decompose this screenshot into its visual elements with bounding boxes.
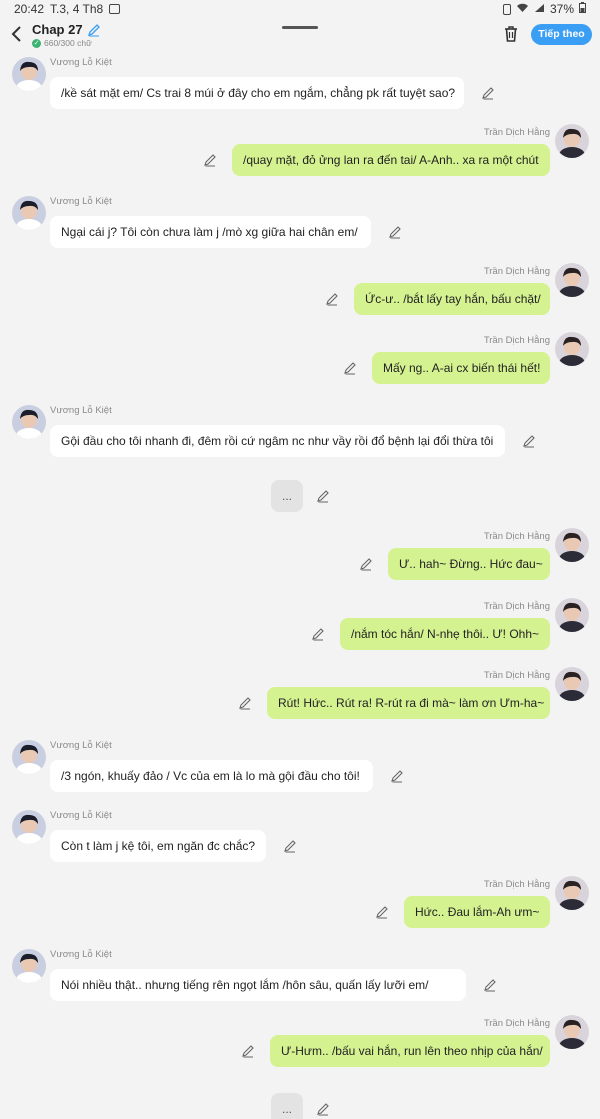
battery-level: 37% (549, 2, 574, 16)
avatar[interactable] (555, 667, 589, 701)
message-item[interactable]: Trần Dịch Hằng Rút! Hức.. Rút ra! R-rút r… (0, 667, 600, 727)
avatar[interactable] (555, 332, 589, 366)
edit-message-icon[interactable] (311, 627, 325, 641)
trash-icon (505, 26, 517, 42)
message-item[interactable]: Trần Dịch Hằng Ư.. hah~ Đừng.. Hức đau~ (0, 528, 600, 588)
message-item[interactable]: Vương Lỗ Kiệt Ngại cái j? Tôi còn chưa là… (0, 193, 600, 253)
word-count: 660/300 chữ (44, 38, 92, 48)
sender-name: Vương Lỗ Kiệt (50, 196, 112, 207)
message-bubble[interactable]: Ức-ư.. /bắt lấy tay hắn, bấu chặt/ (354, 283, 550, 315)
sender-name: Vương Lỗ Kiệt (50, 57, 112, 68)
message-bubble[interactable]: Hức.. Đau lắm-Ah ưm~ (404, 896, 550, 928)
edit-message-icon[interactable] (522, 434, 536, 448)
avatar[interactable] (12, 57, 46, 91)
edit-message-icon[interactable] (390, 769, 404, 783)
sender-name: Trần Dịch Hằng (483, 127, 550, 138)
avatar[interactable] (555, 528, 589, 562)
edit-message-icon[interactable] (238, 696, 252, 710)
battery-icon (579, 2, 586, 16)
typing-bubble[interactable]: ... (271, 480, 303, 512)
message-bubble[interactable]: Nói nhiều thật.. nhưng tiếng rên ngọt lắ… (50, 969, 466, 1001)
avatar[interactable] (555, 124, 589, 158)
drag-handle[interactable] (282, 26, 318, 29)
message-bubble[interactable]: /3 ngón, khuấy đảo / Vc của em là lo mà … (50, 760, 373, 792)
message-item[interactable]: Vương Lỗ Kiệt Còn t làm j kệ tôi, em ngăn… (0, 807, 600, 867)
avatar[interactable] (12, 405, 46, 439)
message-bubble[interactable]: Ư.. hah~ Đừng.. Hức đau~ (388, 548, 550, 580)
edit-message-icon[interactable] (388, 225, 402, 239)
sender-name: Trần Dịch Hằng (483, 335, 550, 346)
avatar[interactable] (12, 810, 46, 844)
next-button[interactable]: Tiếp theo (531, 24, 592, 45)
edit-message-icon[interactable] (483, 978, 497, 992)
edit-message-icon[interactable] (359, 557, 373, 571)
edit-message-icon[interactable] (203, 153, 217, 167)
typing-bubble[interactable]: ... (271, 1093, 303, 1119)
message-bubble[interactable]: Ư-Hưm.. /bấu vai hắn, run lên theo nhịp … (270, 1035, 550, 1067)
avatar[interactable] (555, 1015, 589, 1049)
message-item[interactable]: Trần Dịch Hằng/nắm tóc hắn/ N-nhẹ thôi..… (0, 598, 600, 658)
message-item[interactable]: Vương Lỗ Kiệt/kề sát mặt em/ Cs trai 8 m… (0, 54, 600, 114)
check-icon: ✓ (32, 38, 41, 48)
edit-message-icon[interactable] (316, 1102, 330, 1116)
sender-name: Vương Lỗ Kiệt (50, 810, 112, 821)
message-item[interactable]: Trần Dịch Hằng/quay mặt, đỏ ửng lan ra đ… (0, 124, 600, 184)
edit-title-icon[interactable] (87, 23, 101, 37)
edit-message-icon[interactable] (316, 489, 330, 503)
signal-icon (534, 2, 545, 16)
avatar[interactable] (555, 263, 589, 297)
message-item[interactable]: Trần Dịch Hằng Ư-Hưm.. /bấu vai hắn, run … (0, 1015, 600, 1075)
back-button[interactable] (8, 24, 26, 44)
message-bubble[interactable]: /nắm tóc hắn/ N-nhẹ thôi.. Ư! Ohh~ (340, 618, 550, 650)
message-item[interactable]: Vương Lỗ Kiệt/3 ngón, khuấy đảo / Vc của… (0, 737, 600, 797)
message-bubble[interactable]: Mấy ng.. A-ai cx biến thái hết! (372, 352, 550, 384)
sender-name: Trần Dịch Hằng (483, 879, 550, 890)
message-item[interactable]: Vương Lỗ Kiệt Gội đầu cho tôi nhanh đi, đ… (0, 402, 600, 462)
sender-name: Vương Lỗ Kiệt (50, 740, 112, 751)
avatar[interactable] (12, 740, 46, 774)
avatar[interactable] (555, 876, 589, 910)
edit-message-icon[interactable] (241, 1044, 255, 1058)
message-bubble[interactable]: Ngại cái j? Tôi còn chưa làm j /mò xg gi… (50, 216, 371, 248)
message-item[interactable]: Trần Dịch Hằng Mấy ng.. A-ai cx biến thái… (0, 332, 600, 392)
edit-message-icon[interactable] (481, 86, 495, 100)
edit-message-icon[interactable] (375, 905, 389, 919)
sender-name: Vương Lỗ Kiệt (50, 405, 112, 416)
message-bubble[interactable]: /kề sát mặt em/ Cs trai 8 múi ở đây cho … (50, 77, 464, 109)
status-time: 20:42 (14, 2, 45, 16)
avatar[interactable] (12, 196, 46, 230)
chapter-title-block: Chap 27 ✓ 660/300 chữ (32, 22, 101, 48)
edit-message-icon[interactable] (325, 292, 339, 306)
edit-message-icon[interactable] (283, 839, 297, 853)
chapter-title: Chap 27 (32, 22, 83, 37)
avatar[interactable] (12, 949, 46, 983)
message-bubble[interactable]: Còn t làm j kệ tôi, em ngăn đc chắc? (50, 830, 266, 862)
sender-name: Trần Dịch Hằng (483, 670, 550, 681)
message-item[interactable]: Trần Dịch Hằng Hức.. Đau lắm-Ah ưm~ (0, 876, 600, 936)
delete-button[interactable] (502, 24, 520, 44)
message-bubble[interactable]: Gội đầu cho tôi nhanh đi, đêm rồi cứ ngâ… (50, 425, 505, 457)
edit-message-icon[interactable] (343, 361, 357, 375)
battery-saver-icon (502, 3, 511, 15)
message-bubble[interactable]: Rút! Hức.. Rút ra! R-rút ra đi mà~ làm ơ… (267, 687, 550, 719)
avatar[interactable] (555, 598, 589, 632)
sender-name: Trần Dịch Hằng (483, 601, 550, 612)
message-item[interactable]: ... (0, 1093, 600, 1119)
status-date: T.3, 4 Th8 (50, 2, 104, 16)
sender-name: Trần Dịch Hằng (483, 1018, 550, 1029)
sender-name: Trần Dịch Hằng (483, 266, 550, 277)
message-item[interactable]: Vương Lỗ Kiệt Nói nhiều thật.. nhưng tiến… (0, 946, 600, 1006)
editor-header: Chap 27 ✓ 660/300 chữ Tiếp theo (0, 18, 600, 52)
sender-name: Vương Lỗ Kiệt (50, 949, 112, 960)
chevron-left-icon (11, 26, 21, 42)
message-item[interactable]: Trần Dịch Hằng Ức-ư.. /bắt lấy tay hắn, b… (0, 263, 600, 323)
chat-area: Vương Lỗ Kiệt/kề sát mặt em/ Cs trai 8 m… (0, 52, 600, 1119)
gallery-icon (109, 4, 121, 14)
sender-name: Trần Dịch Hằng (483, 531, 550, 542)
status-bar: 20:42 T.3, 4 Th8 37% (0, 0, 600, 18)
wifi-icon (516, 3, 529, 16)
message-bubble[interactable]: /quay mặt, đỏ ửng lan ra đến tai/ A-Anh.… (232, 144, 550, 176)
